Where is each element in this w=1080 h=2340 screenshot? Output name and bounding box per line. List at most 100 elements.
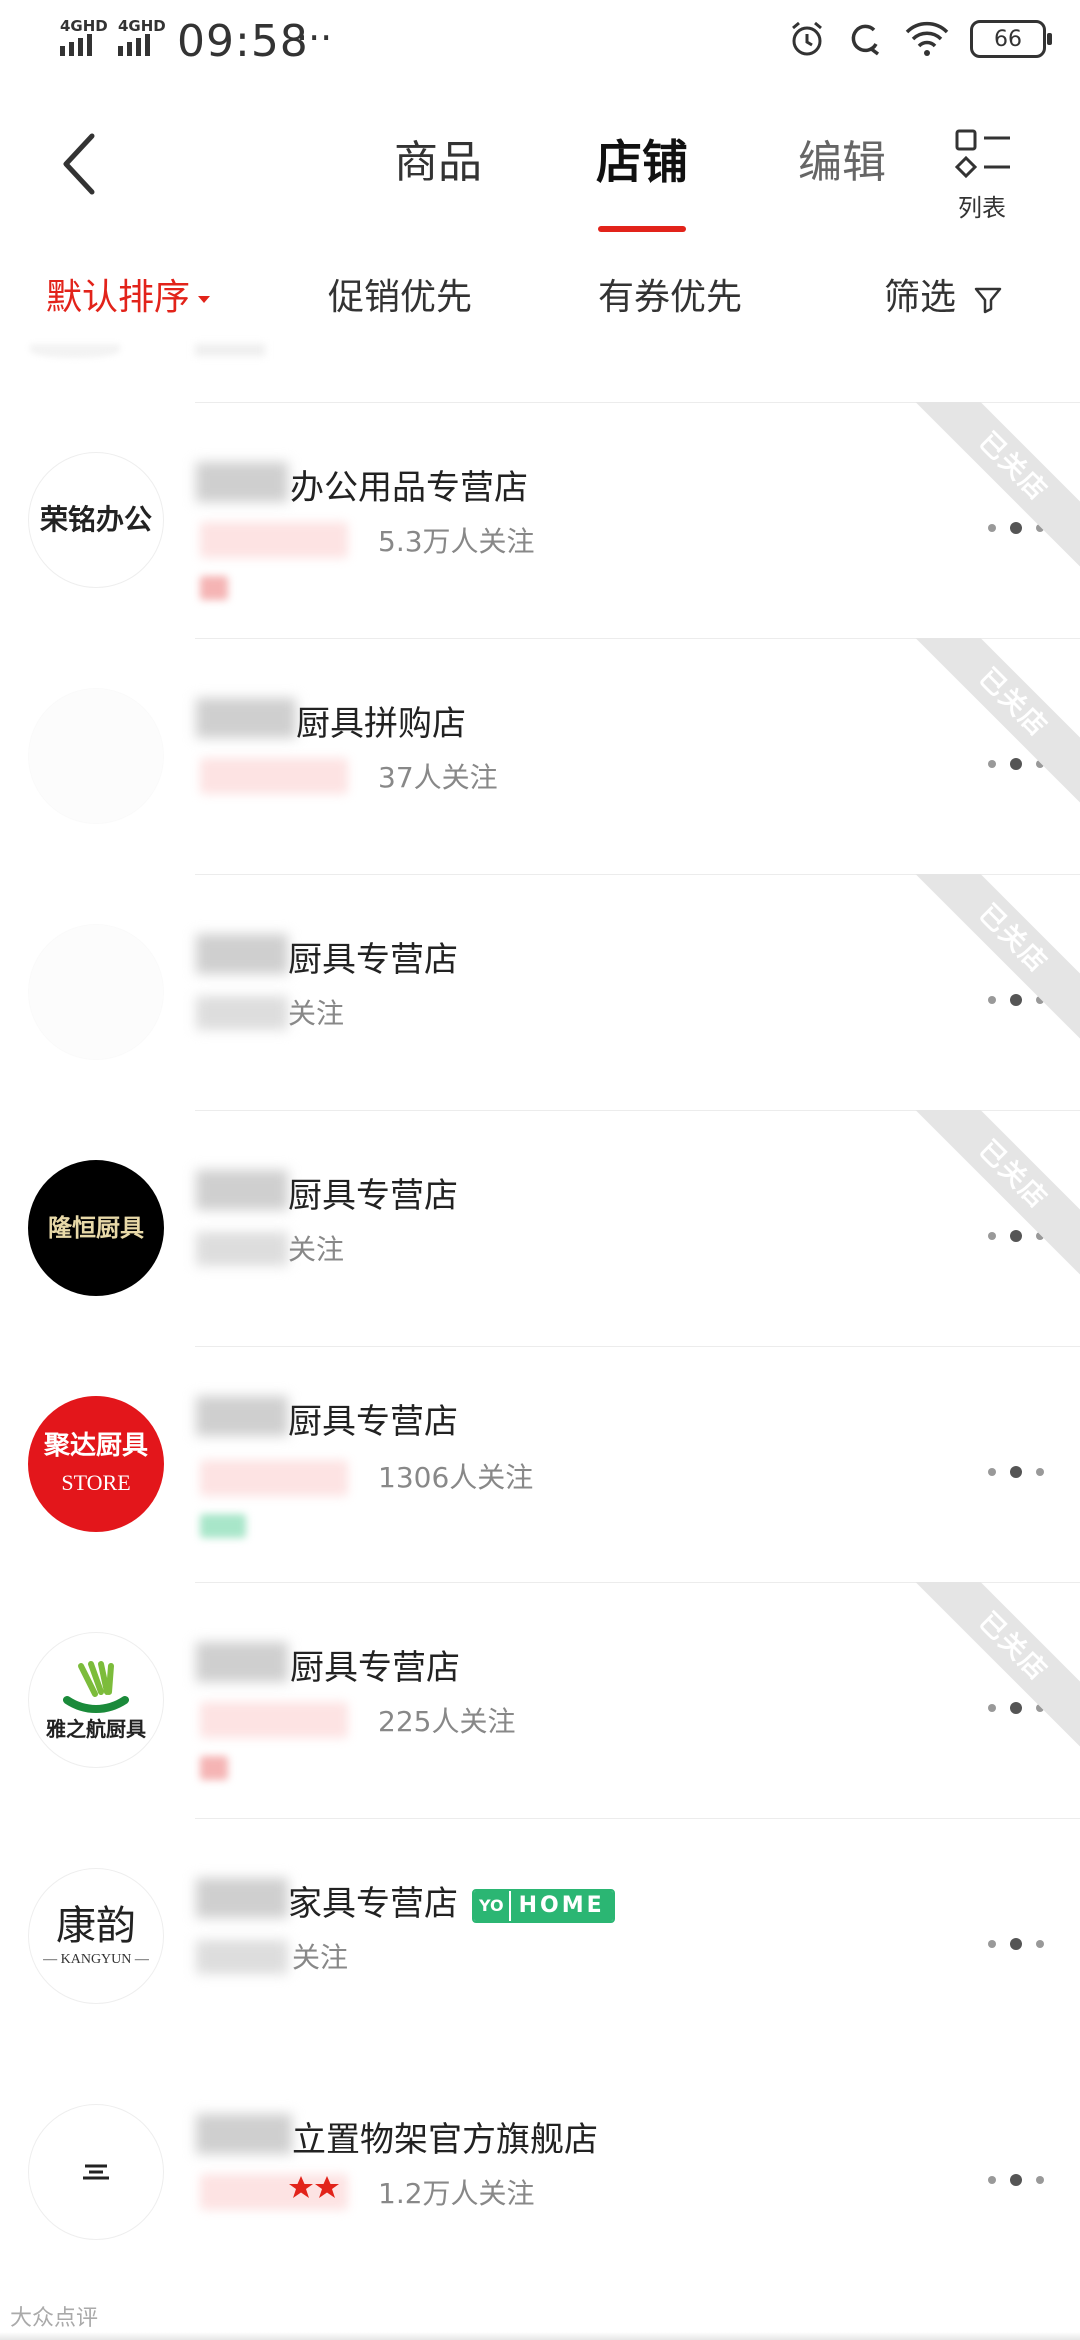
store-row[interactable]: 隆恒厨具 厨具专营店 关注 已关店 [0, 1110, 1080, 1346]
closed-ribbon: 已关店 [908, 1110, 1080, 1280]
signal-icon-2 [118, 34, 150, 56]
store-row[interactable]: 荣铭办公 办公用品专营店 5.3万人关注 已关店 [0, 402, 1080, 638]
home-badge: YO HOME [472, 1888, 615, 1923]
blurred-tag [200, 1514, 246, 1538]
closed-ribbon: 已关店 [908, 402, 1080, 572]
store-name: 家具专营店 YO HOME [288, 1876, 615, 1925]
blurred-name [196, 462, 288, 502]
blurred-name [196, 1170, 288, 1210]
partial-logo [30, 344, 120, 358]
caret-down-icon [198, 295, 211, 303]
blurred-tag [200, 576, 228, 600]
follower-count: 关注 [288, 997, 345, 1030]
list-view-label: 列表 [958, 194, 1006, 222]
store-logo: 隆恒厨具 [28, 1160, 164, 1296]
store-name: 厨具专营店 [288, 1402, 458, 1442]
blurred-name [196, 698, 296, 738]
store-name: 厨具专营店 [290, 1648, 460, 1688]
star-icons [289, 2176, 339, 2198]
tab-edit[interactable]: 编辑 [798, 126, 886, 190]
top-nav: 商品 店铺 编辑 列表 [0, 84, 1080, 244]
sort-default[interactable]: 默认排序 [46, 268, 211, 320]
list-view-icon[interactable] [954, 128, 1012, 182]
store-row[interactable]: 厨具专营店 关注 已关店 [0, 874, 1080, 1110]
filter-button[interactable]: 筛选 [884, 268, 1003, 320]
blurred-name [196, 1642, 288, 1682]
closed-ribbon: 已关店 [908, 1582, 1080, 1752]
tab-products[interactable]: 商品 [394, 126, 482, 190]
rating-stars [200, 758, 348, 794]
status-bar: 4GHD 4GHD 09:58 ··· 66 [0, 0, 1080, 84]
follower-count: 关注 [292, 1941, 349, 1974]
leaf-logo-icon [63, 1661, 129, 1713]
logo-mark-icon [83, 2164, 109, 2180]
store-row[interactable]: 厨具拼购店 37人关注 已关店 [0, 638, 1080, 874]
network-label: 4GHD [60, 17, 108, 35]
more-options-icon[interactable] [988, 1460, 1044, 1484]
signal-icon [60, 34, 92, 56]
follower-count: 5.3万人关注 [378, 525, 535, 558]
blurred-followers [196, 1940, 288, 1974]
bottom-edge [0, 2332, 1080, 2340]
store-row[interactable]: 立置物架官方旗舰店 1.2万人关注 [0, 2054, 1080, 2290]
sync-icon [851, 24, 880, 56]
sort-default-label: 默认排序 [46, 277, 191, 318]
battery-icon: 66 [970, 20, 1052, 58]
rating-stars [200, 1460, 348, 1496]
funnel-icon [975, 287, 1002, 314]
logo-text: 荣铭办公 [39, 502, 152, 536]
store-logo: 聚达厨具 STORE [28, 1396, 164, 1532]
store-name: 厨具专营店 [288, 1176, 458, 1216]
store-row[interactable]: 聚达厨具 STORE 厨具专营店 1306人关注 [0, 1346, 1080, 1582]
logo-text: 雅之航厨具 [46, 1717, 146, 1741]
follower-count: 1.2万人关注 [378, 2177, 535, 2210]
filter-coupon-first[interactable]: 有券优先 [598, 268, 742, 320]
follower-count: 1306人关注 [378, 1461, 534, 1494]
battery-level: 66 [994, 26, 1022, 52]
filter-bar: 默认排序 促销优先 有券优先 筛选 [0, 244, 1080, 344]
back-arrow-icon[interactable] [52, 124, 106, 204]
store-name: 办公用品专营店 [290, 468, 528, 508]
active-tab-indicator [598, 226, 686, 232]
follower-count: 关注 [288, 1233, 345, 1266]
store-logo: 康韵 — KANGYUN — [28, 1868, 164, 2004]
watermark: 大众点评 [10, 2306, 99, 2331]
store-name-text: 家具专营店 [288, 1884, 458, 1924]
wifi-icon [905, 21, 949, 56]
logo-subtext: — KANGYUN — [43, 1952, 149, 1967]
logo-text: 隆恒厨具 [48, 1213, 144, 1242]
follower-count: 37人关注 [378, 761, 498, 794]
store-row[interactable]: 康韵 — KANGYUN — 家具专营店 YO HOME 关注 [0, 1818, 1080, 2054]
clock: 09:58 [177, 16, 309, 67]
partial-row [0, 344, 1080, 404]
badge-home: HOME [508, 1890, 613, 1921]
row-divider [195, 1346, 1080, 1347]
blurred-tag [200, 1756, 228, 1780]
more-options-icon[interactable] [988, 2168, 1044, 2192]
store-logo [28, 688, 164, 824]
rating-stars [200, 1702, 348, 1738]
closed-ribbon: 已关店 [908, 874, 1080, 1044]
store-name: 立置物架官方旗舰店 [292, 2120, 598, 2160]
alarm-icon [792, 21, 822, 56]
blurred-name [196, 934, 288, 974]
store-row[interactable]: 雅之航厨具 厨具专营店 225人关注 已关店 [0, 1582, 1080, 1818]
badge-yo: YO [474, 1890, 509, 1921]
blurred-followers [196, 1232, 288, 1266]
filter-promotion-first[interactable]: 促销优先 [328, 268, 472, 320]
blurred-name [196, 1878, 288, 1918]
store-logo: 雅之航厨具 [28, 1632, 164, 1768]
store-logo: 荣铭办公 [28, 452, 164, 588]
blurred-name [196, 2114, 292, 2154]
blurred-followers [196, 996, 288, 1030]
logo-text: 康韵 [56, 1903, 136, 1949]
tab-stores[interactable]: 店铺 [596, 126, 688, 192]
blurred-name [196, 1396, 288, 1436]
row-divider [195, 1818, 1080, 1819]
network-label-2: 4GHD [118, 17, 166, 35]
store-name: 厨具拼购店 [296, 704, 466, 744]
rating-stars [200, 522, 348, 558]
more-options-icon[interactable] [988, 1932, 1044, 1956]
logo-subtext: STORE [61, 1470, 131, 1496]
store-logo [28, 2104, 164, 2240]
